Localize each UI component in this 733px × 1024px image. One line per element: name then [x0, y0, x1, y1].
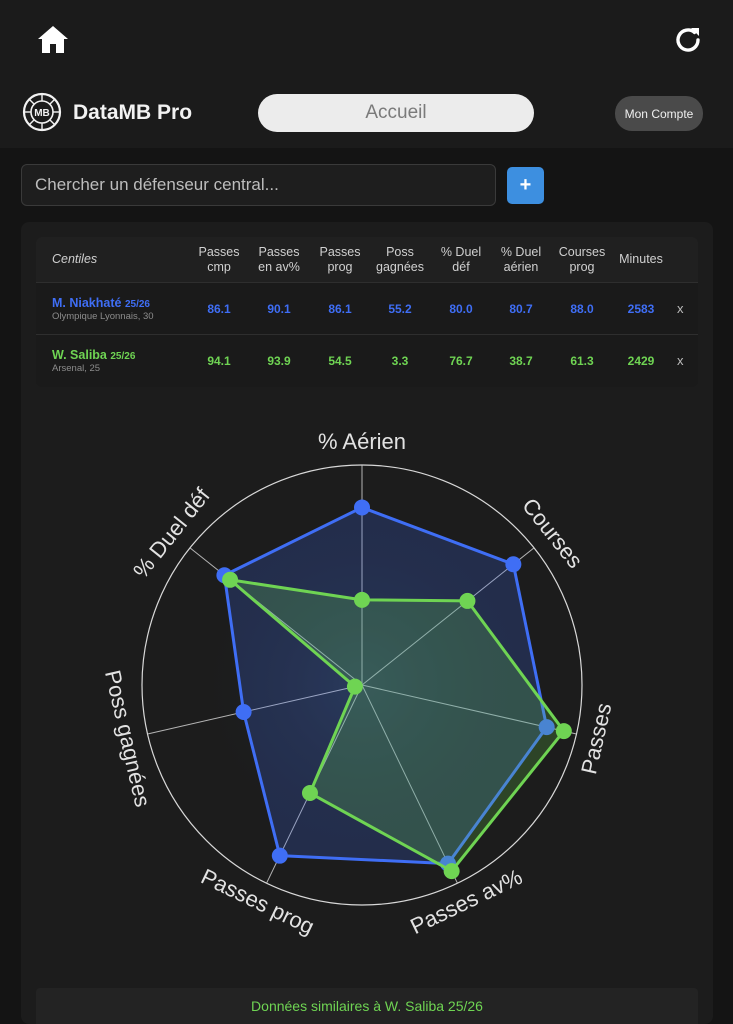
radar-point [354, 591, 370, 608]
header-passes-cmp: Passes cmp [198, 245, 240, 274]
header-poss-gagnees: Poss gagnées [376, 245, 424, 274]
table-cell: 2429 [627, 354, 655, 368]
header-duel-aerien: % Duel aérien [500, 245, 542, 274]
radar-axis-label: % Aérien [318, 429, 406, 454]
brand-logo: MB [22, 92, 62, 132]
radar-axis-label: Passes av% [406, 864, 526, 939]
header-passes-en-av: Passes en av% [258, 245, 300, 274]
radar-point [354, 499, 370, 516]
table-row: M. Niakhaté 25/26 Olympique Lyonnais, 30… [36, 283, 698, 335]
radar-axis-label: Passes prog [197, 864, 318, 940]
radar-point [222, 571, 239, 588]
header-minutes: Minutes [619, 252, 663, 266]
header-duel-def: % Duel déf [440, 245, 482, 274]
radar-point [505, 556, 522, 573]
player-name[interactable]: W. Saliba 25/26 [52, 348, 135, 362]
table-cell: 80.7 [509, 302, 533, 316]
refresh-button[interactable] [668, 20, 708, 60]
table-cell: 76.7 [449, 354, 473, 368]
radar-point [443, 863, 460, 880]
remove-player-button[interactable]: x [677, 353, 684, 368]
header-passes-prog: Passes prog [319, 245, 361, 274]
add-player-button[interactable]: + [507, 167, 544, 204]
header-courses-prog: Courses prog [558, 245, 606, 274]
radar-axis-label: Courses [517, 493, 588, 573]
table-cell: 90.1 [267, 302, 291, 316]
table-cell: 55.2 [388, 302, 412, 316]
radar-point [301, 785, 318, 802]
table-cell: 61.3 [570, 354, 594, 368]
table-cell: 88.0 [570, 302, 594, 316]
search-input[interactable] [21, 164, 496, 206]
table-cell: 38.7 [509, 354, 533, 368]
home-icon [38, 26, 68, 53]
radar-point [459, 592, 476, 609]
radar-chart: % Aérien Courses Passes Passes av% Passes pr… [100, 429, 616, 940]
table-header: Centiles Passes cmp Passes en av% Passes pr… [36, 237, 698, 283]
similar-data-header[interactable]: Données similaires à W. Saliba 25/26 [36, 988, 698, 1024]
svg-text:MB: MB [34, 108, 50, 119]
table-cell: 80.0 [449, 302, 473, 316]
refresh-icon [676, 28, 700, 52]
account-button[interactable]: Mon Compte [615, 96, 703, 131]
table-row: W. Saliba 25/26 Arsenal, 25 94.1 93.9 54… [36, 335, 698, 387]
brand-name: DataMB Pro [73, 101, 193, 124]
table-cell: 86.1 [328, 302, 352, 316]
table-cell: 93.9 [267, 354, 291, 368]
remove-player-button[interactable]: x [677, 301, 684, 316]
radar-point [555, 723, 572, 740]
player-club: Arsenal, 25 [52, 363, 101, 374]
radar-axis-label: % Duel déf [128, 483, 215, 583]
table-cell: 54.5 [328, 354, 352, 368]
radar-axis-label: Poss gagnées [100, 668, 155, 810]
percentile-table: Centiles Passes cmp Passes en av% Passes pr… [36, 237, 698, 387]
table-cell: 86.1 [207, 302, 231, 316]
header-centiles: Centiles [52, 252, 98, 266]
accueil-button[interactable]: Accueil [258, 94, 534, 132]
radar-point [235, 704, 252, 721]
radar-point [271, 847, 288, 864]
player-club: Olympique Lyonnais, 30 [52, 311, 154, 322]
top-bar: MB DataMB Pro Accueil Mon Compte [0, 0, 733, 148]
table-cell: 94.1 [207, 354, 231, 368]
radar-axis-label: Passes [576, 701, 616, 777]
player-name[interactable]: M. Niakhaté 25/26 [52, 296, 150, 310]
table-cell: 2583 [627, 302, 655, 316]
table-cell: 3.3 [391, 354, 409, 368]
home-button[interactable] [33, 20, 73, 60]
radar-point [346, 678, 363, 695]
